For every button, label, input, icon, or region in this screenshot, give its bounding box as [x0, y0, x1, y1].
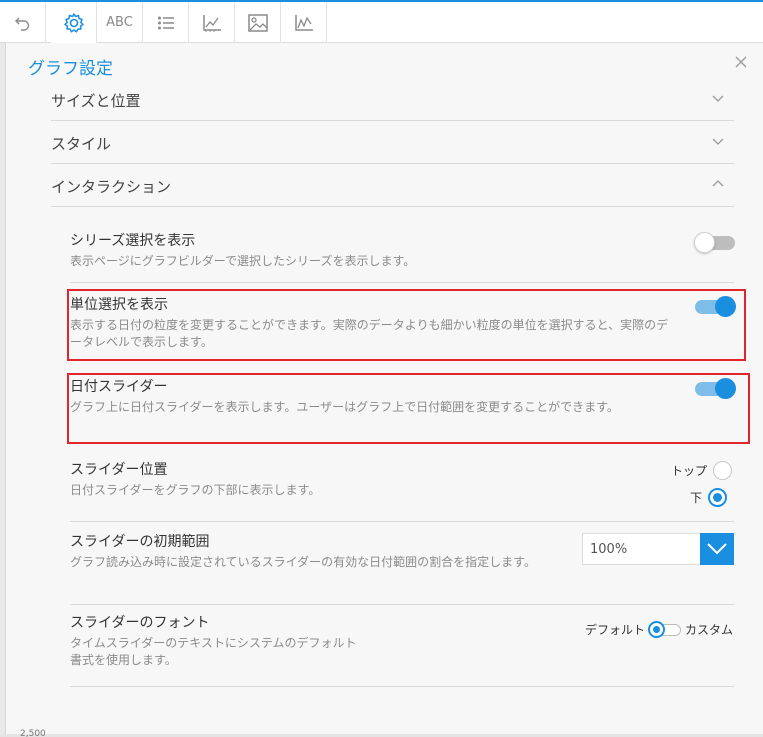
panel-title: グラフ設定	[28, 59, 113, 79]
divider	[70, 521, 734, 522]
setting-name: 日付スライダー	[70, 379, 168, 395]
section-label: インタラクション	[51, 178, 172, 196]
setting-description: グラフ上に日付スライダーを表示します。ユーザーはグラフ上で日付範囲を変更すること…	[70, 400, 619, 414]
date-slider-toggle[interactable]	[695, 378, 736, 399]
radio-button[interactable]	[708, 488, 728, 507]
axis-settings-button[interactable]	[189, 2, 235, 43]
radio-label: トップ	[671, 464, 708, 478]
initial-range-select[interactable]: 100%	[582, 533, 734, 565]
dropdown-button[interactable]	[700, 533, 734, 565]
divider	[70, 604, 734, 605]
series-select-toggle[interactable]	[694, 232, 735, 253]
gear-icon	[63, 12, 84, 33]
line-chart-icon	[294, 14, 313, 31]
setting-description: 表示する日付の粒度を変更することができます。実際のデータよりも細かい粒度の単位を…	[70, 318, 669, 349]
image-icon	[247, 13, 268, 32]
series-list-button[interactable]	[143, 2, 189, 43]
font-option-default[interactable]: デフォルト	[585, 621, 645, 638]
setting-unit-select: 単位選択を表示 表示する日付の粒度を変更することができます。実際のデータよりも細…	[70, 296, 734, 351]
axis-chart-icon	[202, 14, 221, 32]
unit-select-toggle[interactable]	[695, 296, 736, 317]
section-style[interactable]: スタイル	[51, 121, 734, 164]
slider-font-switch[interactable]: デフォルト カスタム	[585, 620, 733, 638]
font-option-custom[interactable]: カスタム	[685, 621, 733, 638]
chevron-down-icon	[712, 95, 724, 102]
section-label: スタイル	[51, 135, 112, 153]
setting-series-select: シリーズ選択を表示 表示ページにグラフビルダーで選択したシリーズを表示します。	[70, 232, 734, 270]
toggle-knob	[694, 232, 715, 253]
axis-tick-label: 2,500	[20, 729, 46, 737]
abc-text-icon: ABC	[106, 15, 133, 30]
toggle-knob	[715, 378, 736, 399]
section-label: サイズと位置	[51, 92, 141, 110]
setting-date-slider: 日付スライダー グラフ上に日付スライダーを表示します。ユーザーはグラフ上で日付範…	[70, 378, 734, 416]
settings-tab-button[interactable]	[51, 2, 97, 43]
section-size-position[interactable]: サイズと位置	[51, 78, 734, 121]
setting-description: グラフ読み込み時に設定されているスライダーの有効な日付範囲の割合を指定します。	[70, 555, 536, 569]
undo-icon	[14, 17, 29, 31]
close-icon[interactable]	[733, 54, 749, 70]
toggle-knob	[648, 620, 666, 638]
font-toggle[interactable]	[648, 620, 682, 638]
chevron-up-icon	[712, 180, 724, 187]
setting-slider-position: スライダー位置 日付スライダーをグラフの下部に表示します。	[70, 461, 734, 499]
left-rail	[0, 43, 6, 737]
radio-button[interactable]	[713, 461, 733, 480]
radio-option-top[interactable]: トップ	[671, 461, 733, 480]
setting-description: 日付スライダーをグラフの下部に表示します。	[70, 483, 321, 497]
setting-description: 表示ページにグラフビルダーで選択したシリーズを表示します。	[70, 254, 416, 268]
divider	[70, 686, 734, 687]
chevron-down-icon	[707, 543, 727, 555]
list-icon	[157, 16, 174, 29]
radio-label: 下	[690, 491, 703, 505]
text-format-button[interactable]: ABC	[97, 2, 143, 43]
divider	[70, 282, 734, 283]
section-interaction[interactable]: インタラクション	[51, 164, 734, 207]
undo-button[interactable]	[0, 2, 46, 43]
toolbar: ABC	[0, 0, 763, 43]
select-value: 100%	[590, 542, 628, 557]
line-chart-button[interactable]	[281, 2, 327, 43]
setting-name: シリーズ選択を表示	[70, 233, 196, 249]
setting-description: タイムスライダーのテキストにシステムのデフォルト書式を使用します。	[70, 636, 357, 667]
toggle-knob	[715, 296, 736, 317]
image-button[interactable]	[235, 2, 281, 43]
radio-option-bottom[interactable]: 下	[690, 488, 728, 507]
chevron-down-icon	[712, 138, 724, 145]
setting-name: 単位選択を表示	[70, 297, 168, 313]
setting-name: スライダー位置	[70, 462, 168, 478]
